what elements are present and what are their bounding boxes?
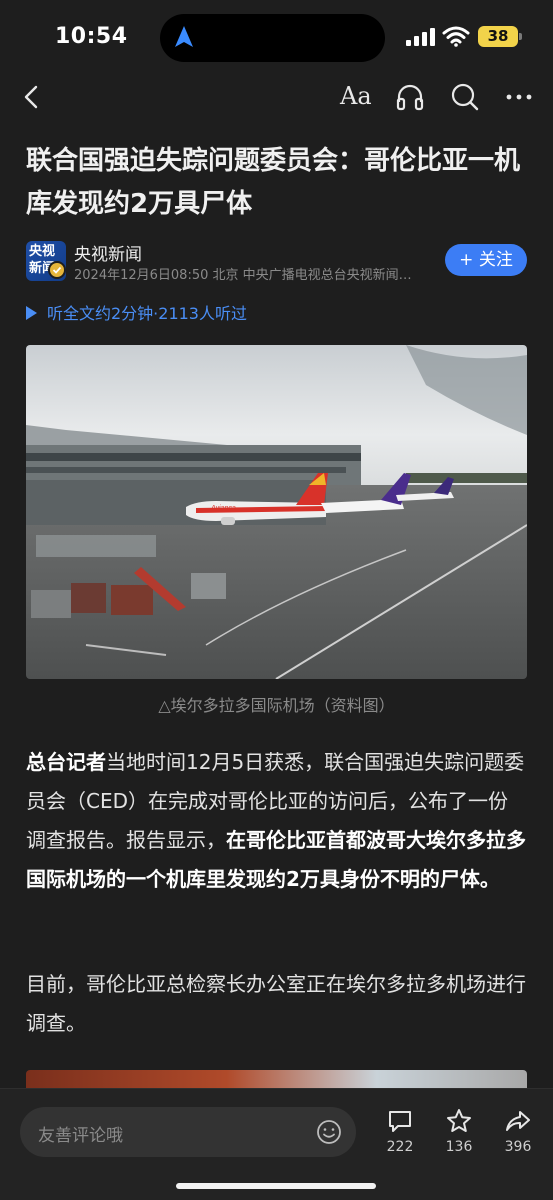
plane-livery-text: Avianca: [210, 505, 236, 512]
comment-icon: [389, 1111, 411, 1132]
status-time: 10:54: [55, 24, 128, 49]
favorite-count: 136: [445, 1139, 473, 1155]
comment-button[interactable]: 222: [375, 1107, 425, 1155]
comment-count: 222: [386, 1139, 414, 1155]
article-paragraph-2: 目前，哥伦比亚总检察长办公室正在埃尔多拉多机场进行调查。: [26, 972, 526, 1035]
source-name[interactable]: 央视新闻: [74, 240, 142, 265]
wifi-icon: [442, 26, 470, 47]
search-icon[interactable]: [450, 82, 480, 112]
article-photo[interactable]: Avianca: [26, 345, 527, 679]
top-nav: Aa: [0, 74, 553, 120]
home-indicator[interactable]: [176, 1183, 376, 1189]
favorite-button[interactable]: 136: [434, 1107, 484, 1155]
comment-input[interactable]: 友善评论哦: [20, 1107, 356, 1157]
play-icon: [26, 306, 37, 320]
star-icon: [447, 1109, 471, 1132]
navigation-arrow-icon: [175, 26, 193, 47]
comment-placeholder: 友善评论哦: [38, 1126, 123, 1146]
battery-cap: [519, 33, 522, 40]
listen-full-text-button[interactable]: 听全文约2分钟·2113人听过: [26, 300, 247, 324]
status-bar: 10:54 38: [0, 0, 553, 74]
share-button[interactable]: 396: [493, 1107, 543, 1155]
font-size-icon[interactable]: Aa: [340, 82, 372, 110]
battery-icon: 38: [478, 26, 518, 47]
emoji-icon[interactable]: [316, 1119, 342, 1145]
share-count: 396: [504, 1139, 532, 1155]
reporter-label: 总台记者: [26, 750, 106, 774]
signal-icon: [406, 28, 435, 46]
follow-button[interactable]: + 关注: [445, 244, 527, 276]
verified-badge-icon: [48, 261, 66, 279]
source-meta: 2024年12月6日08:50 北京 中央广播电视总台央视新闻…: [74, 268, 412, 283]
headphone-icon[interactable]: [395, 82, 425, 112]
listen-label: 听全文约2分钟·2113人听过: [47, 304, 247, 323]
more-icon[interactable]: [505, 84, 533, 110]
article-paragraph-1: 总台记者当地时间12月5日获悉，联合国强迫失踪问题委员会（CED）在完成对哥伦比…: [26, 750, 526, 891]
article-headline: 联合国强迫失踪问题委员会：哥伦比亚一机库发现约2万具尸体: [26, 146, 521, 219]
back-icon[interactable]: [20, 82, 44, 112]
photo-caption: △埃尔多拉多国际机场（资料图）: [158, 696, 395, 715]
share-icon: [506, 1111, 530, 1131]
